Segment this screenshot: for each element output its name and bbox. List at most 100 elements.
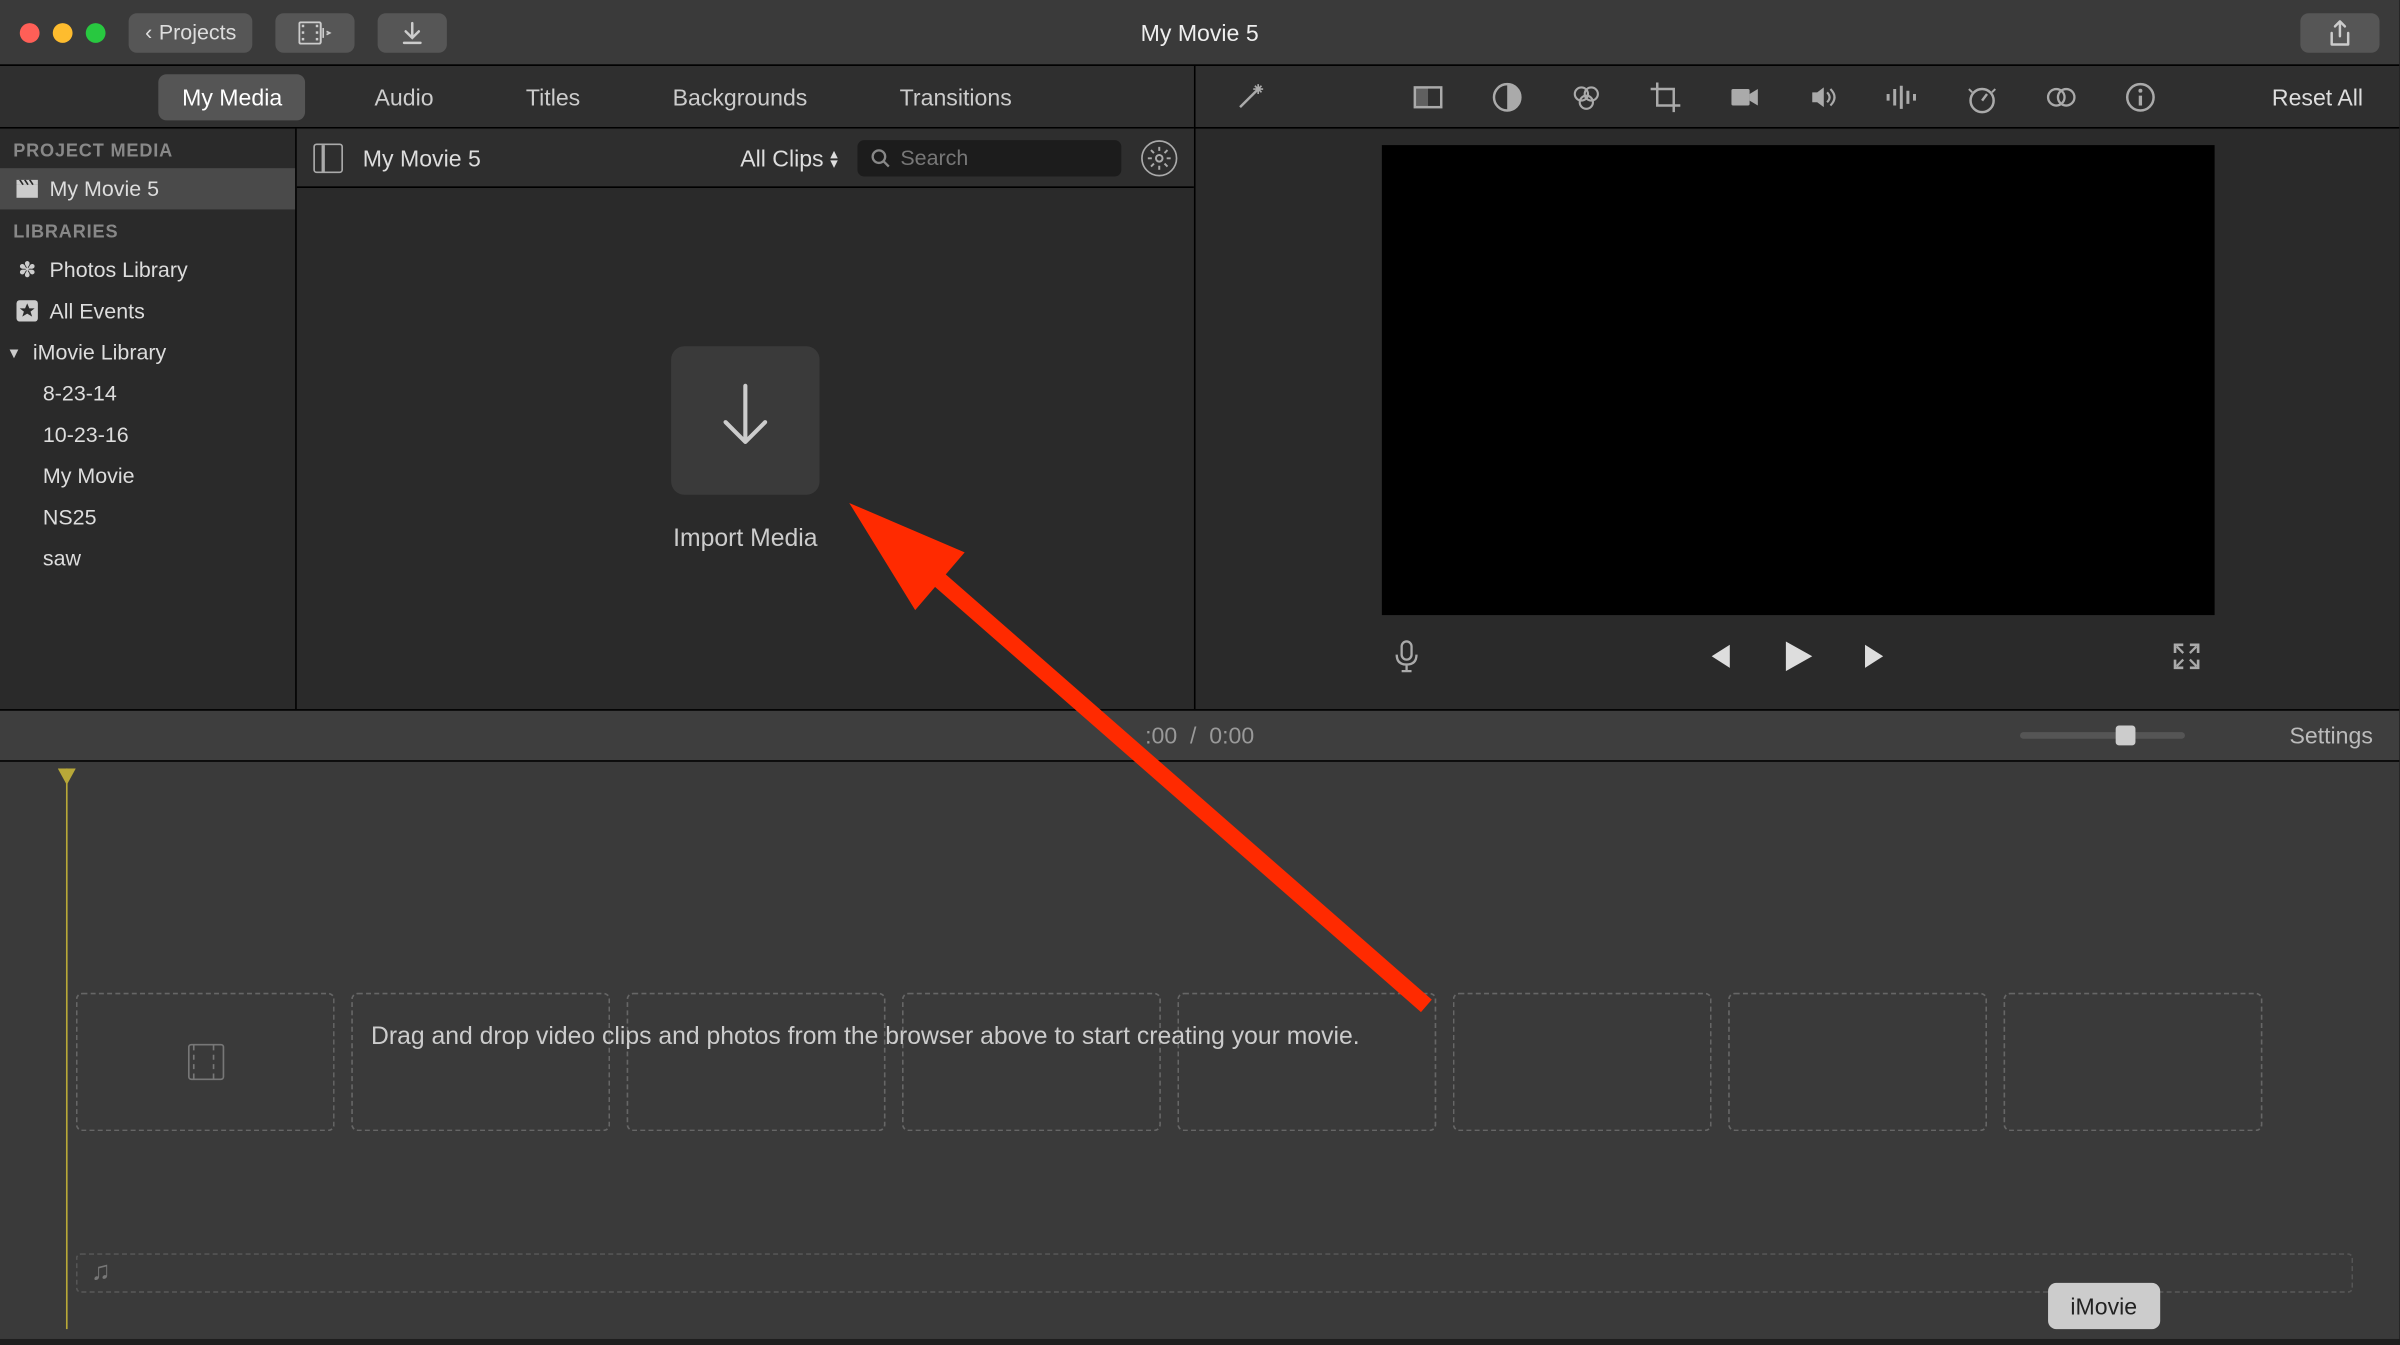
enhance-button[interactable] (1232, 78, 1268, 114)
crop-icon (1649, 80, 1682, 113)
media-tabs: My Media Audio Titles Backgrounds Transi… (0, 66, 1194, 129)
stabilization-button[interactable] (1727, 78, 1763, 114)
tab-audio[interactable]: Audio (351, 73, 456, 119)
sidebar-event[interactable]: 10-23-16 (0, 414, 295, 455)
import-media-button[interactable] (671, 345, 819, 493)
timeline-hint: Drag and drop video clips and photos fro… (371, 1022, 1360, 1050)
magic-wand-icon (1233, 80, 1266, 113)
skip-forward-icon (1862, 641, 1892, 671)
speed-button[interactable] (1964, 78, 2000, 114)
audio-eq-icon (1885, 80, 1921, 113)
color-wheel-icon (1570, 80, 1603, 113)
viewer (1196, 129, 2400, 709)
timeline-info-bar: :00 / 0:00 Settings (0, 709, 2399, 762)
projects-back-button[interactable]: ‹ Projects (129, 12, 253, 52)
camera-icon (1728, 80, 1761, 113)
clips-filter-label: All Clips (740, 144, 823, 170)
browser-settings-button[interactable] (1141, 139, 1177, 175)
color-balance-icon (1491, 80, 1524, 113)
voiceover-button[interactable] (1393, 640, 1419, 673)
sidebar-event[interactable]: 8-23-14 (0, 373, 295, 414)
info-button[interactable] (2122, 78, 2158, 114)
audio-track[interactable]: ♫ (76, 1253, 2353, 1293)
toggle-sidebar-button[interactable] (313, 143, 343, 173)
clips-filter-dropdown[interactable]: All Clips ▴▾ (740, 144, 837, 170)
sidebar-project-label: My Movie 5 (49, 176, 159, 201)
sidebar-event[interactable]: NS25 (0, 496, 295, 537)
stepper-icon: ▴▾ (830, 148, 837, 168)
playhead[interactable] (66, 768, 68, 1329)
clip-placeholder[interactable] (1177, 993, 1436, 1132)
star-icon (16, 300, 37, 321)
search-placeholder: Search (900, 145, 968, 170)
minimize-window-button[interactable] (53, 22, 73, 42)
slider-thumb[interactable] (2116, 726, 2136, 746)
sidebar-photos-library[interactable]: ✽ Photos Library (0, 249, 295, 290)
clip-filter-button[interactable] (2043, 78, 2079, 114)
search-icon (871, 148, 891, 168)
clip-placeholder[interactable] (1453, 993, 1712, 1132)
sidebar-all-events[interactable]: All Events (0, 290, 295, 331)
speed-icon (1966, 80, 1999, 113)
clip-placeholder[interactable] (627, 993, 886, 1132)
download-arrow-icon (401, 21, 424, 44)
chevron-left-icon: ‹ (145, 20, 152, 45)
fullscreen-button[interactable] (2172, 641, 2202, 671)
share-icon (2328, 19, 2351, 45)
tab-titles[interactable]: Titles (503, 73, 603, 119)
reset-all-button[interactable]: Reset All (2272, 83, 2363, 109)
noise-icon (2045, 80, 2078, 113)
color-balance-button[interactable] (1410, 78, 1446, 114)
gear-icon (1148, 146, 1171, 169)
timeline-settings-button[interactable]: Settings (2289, 722, 2372, 748)
import-media-area[interactable]: Import Media (297, 188, 1194, 709)
projects-label: Projects (159, 20, 236, 45)
expand-icon (2172, 641, 2202, 671)
clip-placeholder[interactable] (351, 993, 610, 1132)
tab-transitions[interactable]: Transitions (877, 73, 1035, 119)
import-button[interactable] (378, 12, 447, 52)
color-correction-button[interactable] (1489, 78, 1525, 114)
disclosure-triangle-icon[interactable]: ▼ (7, 344, 22, 360)
timeline-zoom-slider[interactable] (2020, 732, 2185, 739)
volume-button[interactable] (1806, 78, 1842, 114)
search-input[interactable]: Search (857, 139, 1121, 175)
close-window-button[interactable] (20, 22, 40, 42)
sidebar-event[interactable]: saw (0, 538, 295, 579)
color-wheel-button[interactable] (1568, 78, 1604, 114)
film-icon (187, 1044, 223, 1080)
maximize-window-button[interactable] (86, 22, 106, 42)
sidebar-event[interactable]: My Movie (0, 455, 295, 496)
play-button[interactable] (1779, 638, 1815, 674)
sidebar-item-label: All Events (49, 298, 144, 323)
clip-placeholder[interactable] (1728, 993, 1987, 1132)
timeline[interactable]: Drag and drop video clips and photos fro… (0, 762, 2399, 1339)
crop-button[interactable] (1647, 78, 1683, 114)
microphone-icon (1393, 640, 1419, 673)
sidebar-item-label: NS25 (43, 505, 97, 530)
sidebar-project-item[interactable]: My Movie 5 (0, 168, 295, 209)
volume-icon (1807, 80, 1840, 113)
libraries-header: LIBRARIES (0, 209, 295, 249)
sidebar-item-label: My Movie (43, 463, 135, 488)
clip-placeholder[interactable] (902, 993, 1161, 1132)
media-filmstrip-button[interactable] (276, 12, 355, 52)
noise-reduction-button[interactable] (1885, 78, 1921, 114)
clip-placeholder[interactable] (76, 993, 335, 1132)
music-note-icon: ♫ (91, 1258, 111, 1288)
sidebar-imovie-library[interactable]: ▼ iMovie Library (0, 331, 295, 372)
play-icon (1779, 638, 1815, 674)
tab-my-media[interactable]: My Media (159, 73, 305, 119)
media-browser: My Movie 5 All Clips ▴▾ Search (297, 129, 1194, 709)
share-button[interactable] (2300, 12, 2379, 52)
filmstrip-icon (299, 21, 332, 44)
sidebar-item-label: saw (43, 546, 81, 571)
tab-backgrounds[interactable]: Backgrounds (649, 73, 830, 119)
window-controls (20, 22, 106, 42)
next-button[interactable] (1862, 641, 1892, 671)
previous-button[interactable] (1703, 641, 1733, 671)
viewer-canvas[interactable] (1381, 145, 2214, 615)
clip-placeholder[interactable] (2004, 993, 2263, 1132)
video-track[interactable] (76, 993, 2324, 1132)
sidebar-item-label: 10-23-16 (43, 422, 129, 447)
